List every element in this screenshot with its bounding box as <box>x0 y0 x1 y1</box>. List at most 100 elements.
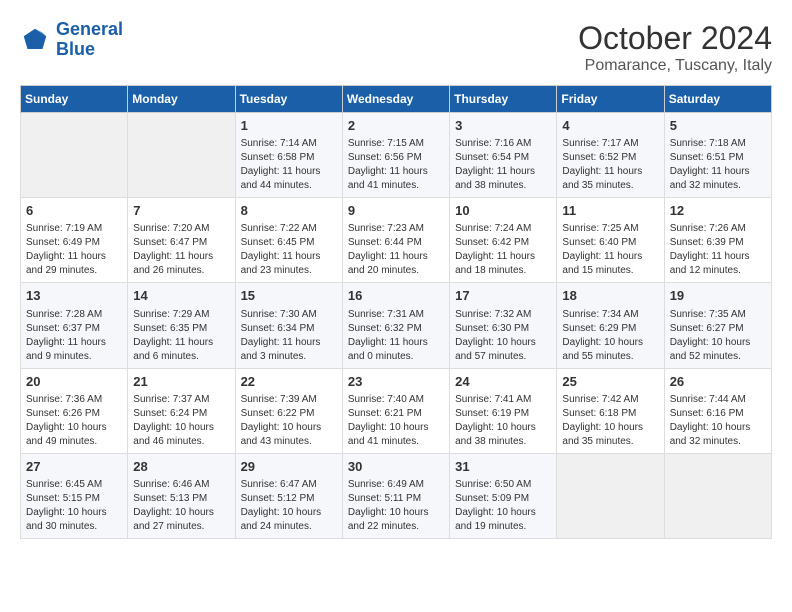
cell-content: Sunrise: 7:35 AMSunset: 6:27 PMDaylight:… <box>670 308 766 364</box>
calendar-cell: 27 Sunrise: 6:45 AMSunset: 5:15 PMDayligh… <box>21 453 128 538</box>
calendar-cell: 3 Sunrise: 7:16 AMSunset: 6:54 PMDaylight… <box>450 113 557 198</box>
cell-content: Sunrise: 7:28 AMSunset: 6:37 PMDaylight:… <box>26 308 122 364</box>
day-number: 15 <box>241 287 337 305</box>
cell-content: Sunrise: 6:47 AMSunset: 5:12 PMDaylight:… <box>241 478 337 534</box>
weekday-header-thursday: Thursday <box>450 86 557 113</box>
calendar-cell <box>557 453 664 538</box>
calendar-week-4: 20 Sunrise: 7:36 AMSunset: 6:26 PMDayligh… <box>21 368 772 453</box>
day-number: 13 <box>26 287 122 305</box>
calendar-cell: 30 Sunrise: 6:49 AMSunset: 5:11 PMDayligh… <box>342 453 449 538</box>
calendar-cell: 18 Sunrise: 7:34 AMSunset: 6:29 PMDayligh… <box>557 283 664 368</box>
day-number: 14 <box>133 287 229 305</box>
weekday-header-row: SundayMondayTuesdayWednesdayThursdayFrid… <box>21 86 772 113</box>
day-number: 30 <box>348 458 444 476</box>
cell-content: Sunrise: 7:17 AMSunset: 6:52 PMDaylight:… <box>562 137 658 193</box>
calendar-cell: 15Sunrise: 7:30 AMSunset: 6:34 PMDayligh… <box>235 283 342 368</box>
day-number: 3 <box>455 117 551 135</box>
cell-content: Sunrise: 7:24 AMSunset: 6:42 PMDaylight:… <box>455 222 551 278</box>
cell-content: Sunrise: 6:45 AMSunset: 5:15 PMDaylight:… <box>26 478 122 534</box>
cell-content: Sunrise: 7:23 AMSunset: 6:44 PMDaylight:… <box>348 222 444 278</box>
calendar-cell <box>21 113 128 198</box>
calendar-cell: 19 Sunrise: 7:35 AMSunset: 6:27 PMDayligh… <box>664 283 771 368</box>
calendar-cell: 13 Sunrise: 7:28 AMSunset: 6:37 PMDayligh… <box>21 283 128 368</box>
cell-content: Sunrise: 7:32 AMSunset: 6:30 PMDaylight:… <box>455 308 551 364</box>
calendar-cell: 22Sunrise: 7:39 AMSunset: 6:22 PMDayligh… <box>235 368 342 453</box>
calendar-week-1: 1Sunrise: 7:14 AMSunset: 6:58 PMDaylight… <box>21 113 772 198</box>
calendar-cell: 8Sunrise: 7:22 AMSunset: 6:45 PMDaylight… <box>235 198 342 283</box>
calendar-cell: 2Sunrise: 7:15 AMSunset: 6:56 PMDaylight… <box>342 113 449 198</box>
calendar-cell: 24 Sunrise: 7:41 AMSunset: 6:19 PMDayligh… <box>450 368 557 453</box>
day-number: 5 <box>670 117 766 135</box>
calendar-cell: 17 Sunrise: 7:32 AMSunset: 6:30 PMDayligh… <box>450 283 557 368</box>
logo-icon <box>20 25 50 55</box>
cell-content: Sunrise: 7:15 AMSunset: 6:56 PMDaylight:… <box>348 137 444 193</box>
cell-content: Sunrise: 6:49 AMSunset: 5:11 PMDaylight:… <box>348 478 444 534</box>
calendar-cell: 20 Sunrise: 7:36 AMSunset: 6:26 PMDayligh… <box>21 368 128 453</box>
calendar-cell: 29 Sunrise: 6:47 AMSunset: 5:12 PMDayligh… <box>235 453 342 538</box>
cell-content: Sunrise: 6:50 AMSunset: 5:09 PMDaylight:… <box>455 478 551 534</box>
calendar-week-3: 13 Sunrise: 7:28 AMSunset: 6:37 PMDayligh… <box>21 283 772 368</box>
day-number: 1 <box>241 117 337 135</box>
day-number: 23 <box>348 373 444 391</box>
weekday-header-saturday: Saturday <box>664 86 771 113</box>
day-number: 7 <box>133 202 229 220</box>
calendar-cell: 6 Sunrise: 7:19 AMSunset: 6:49 PMDaylight… <box>21 198 128 283</box>
month-title: October 2024 <box>578 20 772 57</box>
day-number: 28 <box>133 458 229 476</box>
calendar-cell: 4Sunrise: 7:17 AMSunset: 6:52 PMDaylight… <box>557 113 664 198</box>
cell-content: Sunrise: 7:31 AMSunset: 6:32 PMDaylight:… <box>348 308 444 364</box>
cell-content: Sunrise: 7:36 AMSunset: 6:26 PMDaylight:… <box>26 393 122 449</box>
day-number: 12 <box>670 202 766 220</box>
calendar-cell <box>128 113 235 198</box>
cell-content: Sunrise: 7:40 AMSunset: 6:21 PMDaylight:… <box>348 393 444 449</box>
day-number: 11 <box>562 202 658 220</box>
calendar-cell: 10 Sunrise: 7:24 AMSunset: 6:42 PMDayligh… <box>450 198 557 283</box>
calendar-body: 1Sunrise: 7:14 AMSunset: 6:58 PMDaylight… <box>21 113 772 539</box>
calendar-cell: 28 Sunrise: 6:46 AMSunset: 5:13 PMDayligh… <box>128 453 235 538</box>
cell-content: Sunrise: 7:26 AMSunset: 6:39 PMDaylight:… <box>670 222 766 278</box>
calendar-cell: 11Sunrise: 7:25 AMSunset: 6:40 PMDayligh… <box>557 198 664 283</box>
cell-content: Sunrise: 7:39 AMSunset: 6:22 PMDaylight:… <box>241 393 337 449</box>
day-number: 20 <box>26 373 122 391</box>
calendar-cell: 14Sunrise: 7:29 AMSunset: 6:35 PMDayligh… <box>128 283 235 368</box>
weekday-header-tuesday: Tuesday <box>235 86 342 113</box>
calendar-cell: 9 Sunrise: 7:23 AMSunset: 6:44 PMDaylight… <box>342 198 449 283</box>
day-number: 6 <box>26 202 122 220</box>
calendar-cell <box>664 453 771 538</box>
day-number: 25 <box>562 373 658 391</box>
day-number: 29 <box>241 458 337 476</box>
day-number: 9 <box>348 202 444 220</box>
cell-content: Sunrise: 7:16 AMSunset: 6:54 PMDaylight:… <box>455 137 551 193</box>
cell-content: Sunrise: 7:37 AMSunset: 6:24 PMDaylight:… <box>133 393 229 449</box>
calendar-header: SundayMondayTuesdayWednesdayThursdayFrid… <box>21 86 772 113</box>
cell-content: Sunrise: 7:44 AMSunset: 6:16 PMDaylight:… <box>670 393 766 449</box>
cell-content: Sunrise: 7:22 AMSunset: 6:45 PMDaylight:… <box>241 222 337 278</box>
day-number: 31 <box>455 458 551 476</box>
day-number: 27 <box>26 458 122 476</box>
day-number: 26 <box>670 373 766 391</box>
day-number: 24 <box>455 373 551 391</box>
weekday-header-wednesday: Wednesday <box>342 86 449 113</box>
calendar-cell: 16 Sunrise: 7:31 AMSunset: 6:32 PMDayligh… <box>342 283 449 368</box>
day-number: 19 <box>670 287 766 305</box>
calendar-week-5: 27 Sunrise: 6:45 AMSunset: 5:15 PMDayligh… <box>21 453 772 538</box>
cell-content: Sunrise: 7:41 AMSunset: 6:19 PMDaylight:… <box>455 393 551 449</box>
calendar-cell: 21Sunrise: 7:37 AMSunset: 6:24 PMDayligh… <box>128 368 235 453</box>
calendar-cell: 12 Sunrise: 7:26 AMSunset: 6:39 PMDayligh… <box>664 198 771 283</box>
logo-text: General Blue <box>56 20 123 60</box>
day-number: 10 <box>455 202 551 220</box>
day-number: 17 <box>455 287 551 305</box>
title-block: October 2024 Pomarance, Tuscany, Italy <box>578 20 772 75</box>
cell-content: Sunrise: 7:34 AMSunset: 6:29 PMDaylight:… <box>562 308 658 364</box>
weekday-header-sunday: Sunday <box>21 86 128 113</box>
calendar-table: SundayMondayTuesdayWednesdayThursdayFrid… <box>20 85 772 539</box>
day-number: 18 <box>562 287 658 305</box>
day-number: 16 <box>348 287 444 305</box>
cell-content: Sunrise: 6:46 AMSunset: 5:13 PMDaylight:… <box>133 478 229 534</box>
calendar-cell: 1Sunrise: 7:14 AMSunset: 6:58 PMDaylight… <box>235 113 342 198</box>
weekday-header-friday: Friday <box>557 86 664 113</box>
calendar-cell: 26 Sunrise: 7:44 AMSunset: 6:16 PMDayligh… <box>664 368 771 453</box>
page-header: General Blue October 2024 Pomarance, Tus… <box>20 20 772 75</box>
cell-content: Sunrise: 7:19 AMSunset: 6:49 PMDaylight:… <box>26 222 122 278</box>
calendar-cell: 5Sunrise: 7:18 AMSunset: 6:51 PMDaylight… <box>664 113 771 198</box>
